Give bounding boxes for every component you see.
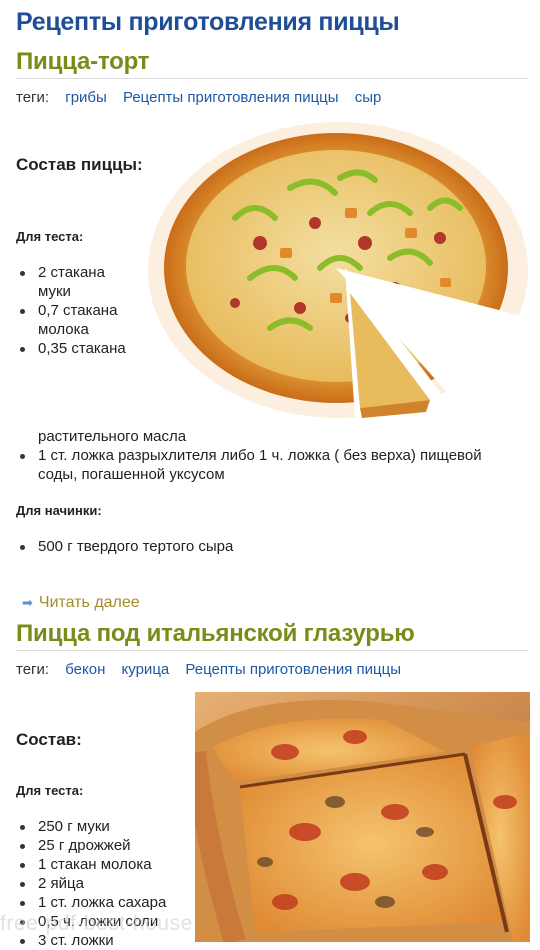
tags-label: теги: bbox=[16, 661, 50, 678]
dough-heading: Для теста: bbox=[16, 783, 84, 798]
tags-label: теги: bbox=[16, 89, 50, 106]
list-item: 0,35 стакана bbox=[16, 339, 126, 358]
pizza-cake-photo bbox=[148, 122, 530, 418]
list-item-continuation: растительного масла bbox=[38, 428, 187, 445]
italian-pizza-photo bbox=[195, 692, 530, 942]
tag-link[interactable]: бекон bbox=[65, 661, 105, 678]
divider bbox=[16, 650, 528, 651]
filling-heading: Для начинки: bbox=[16, 503, 102, 518]
read-more-link[interactable]: ➡ Читать далее bbox=[22, 594, 140, 612]
tag-link[interactable]: грибы bbox=[65, 89, 107, 106]
tag-link[interactable]: Рецепты приготовления пиццы bbox=[123, 89, 339, 106]
dough-list-continued: растительного масла 1 ст. ложка разрыхли… bbox=[16, 427, 521, 484]
list-item: 0,7 стакана молока bbox=[16, 301, 126, 339]
list-item: 2 яйца bbox=[16, 874, 196, 893]
list-item: 1 ст. ложка разрыхлителя либо 1 ч. ложка… bbox=[16, 446, 521, 484]
post-title-italian-glaze[interactable]: Пицца под итальянской глазурью bbox=[16, 620, 415, 648]
composition-heading: Состав пиццы: bbox=[16, 155, 143, 174]
list-item: 2 стакана муки bbox=[16, 263, 126, 301]
filling-list: 500 г твердого тертого сыра bbox=[16, 537, 521, 556]
dough-heading: Для теста: bbox=[16, 229, 84, 244]
site-title[interactable]: Рецепты приготовления пиццы bbox=[16, 8, 400, 37]
divider bbox=[16, 78, 528, 79]
composition-heading: Состав: bbox=[16, 730, 82, 749]
list-item: 25 г дрожжей bbox=[16, 836, 196, 855]
tag-link[interactable]: Рецепты приготовления пиццы bbox=[185, 661, 401, 678]
post-tags: теги: бекон курица Рецепты приготовления… bbox=[16, 661, 401, 678]
post-tags: теги: грибы Рецепты приготовления пиццы … bbox=[16, 89, 381, 106]
list-item: 1 стакан молока bbox=[16, 855, 196, 874]
arrow-right-icon: ➡ bbox=[22, 595, 33, 610]
watermark: free-pdf-best-house bbox=[0, 912, 193, 935]
list-item: 1 ст. ложка сахара bbox=[16, 893, 196, 912]
dough-list: 2 стакана муки 0,7 стакана молока 0,35 с… bbox=[16, 263, 126, 358]
post-title-pizza-cake[interactable]: Пицца-торт bbox=[16, 48, 150, 76]
list-item: 250 г муки bbox=[16, 817, 196, 836]
tag-link[interactable]: сыр bbox=[355, 89, 382, 106]
tag-link[interactable]: курица bbox=[122, 661, 170, 678]
list-item: 500 г твердого тертого сыра bbox=[16, 537, 521, 556]
read-more-label[interactable]: Читать далее bbox=[39, 594, 140, 611]
